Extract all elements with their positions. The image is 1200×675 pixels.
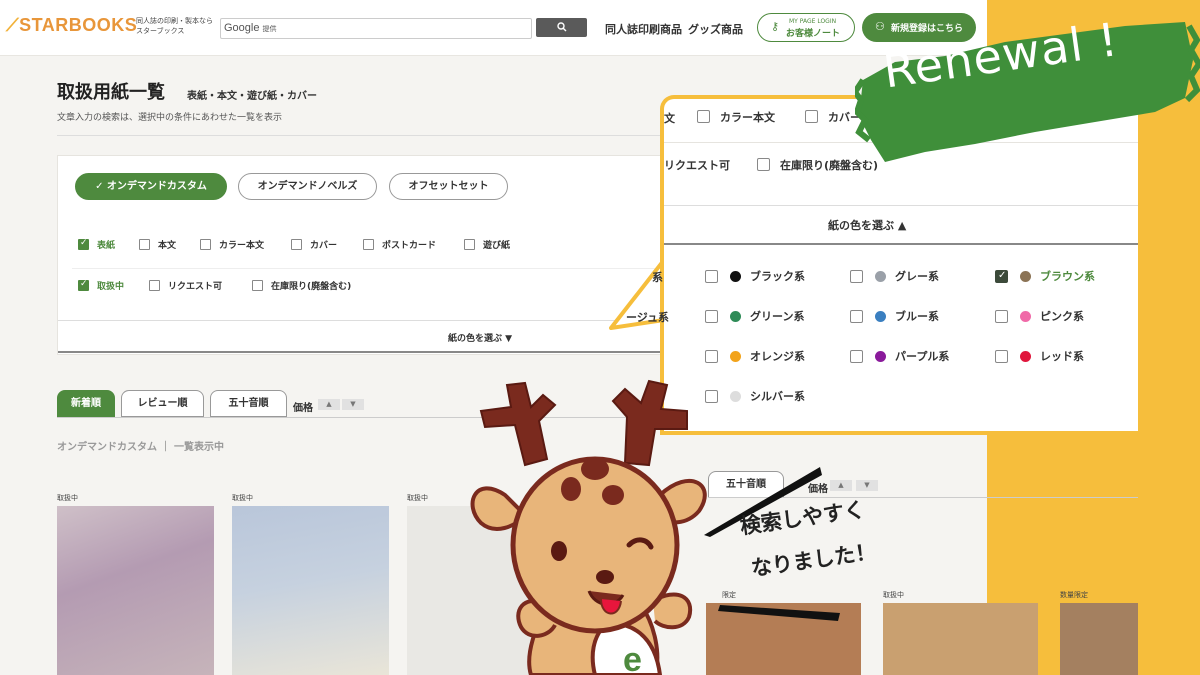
- checkbox-label: カラー本文: [219, 241, 265, 251]
- color-checkbox-pink[interactable]: [995, 310, 1008, 323]
- zoom-partial-label: 文: [664, 112, 675, 125]
- search-placeholder: Google 提供: [224, 22, 277, 34]
- paper-thumbnail[interactable]: [1060, 603, 1138, 675]
- speech-lines: [704, 467, 840, 621]
- color-dot-red: [1020, 351, 1031, 362]
- partial-label: 系: [652, 271, 663, 284]
- color-checkbox-brown[interactable]: [995, 270, 1008, 283]
- color-dot-blue: [875, 311, 886, 322]
- color-checkbox-red[interactable]: [995, 350, 1008, 363]
- page-subtitle: 表紙・本文・遊び紙・カバー: [187, 91, 317, 102]
- price-sort-desc[interactable]: ▼: [342, 399, 364, 410]
- color-dot-purple: [875, 351, 886, 362]
- paper-status: 取扱中: [57, 494, 78, 502]
- product-pill-offset-set[interactable]: オフセットセット: [389, 173, 508, 200]
- checkbox-label: 在庫限り(廃盤含む): [271, 282, 352, 292]
- page-description: 文章入力の検索は、選択中の条件にあわせた一覧を表示: [57, 113, 283, 123]
- price-sort-desc[interactable]: ▼: [856, 480, 878, 491]
- color-checkbox-purple[interactable]: [850, 350, 863, 363]
- paper-status: 取扱中: [232, 494, 253, 502]
- checkbox-endpaper[interactable]: [464, 239, 475, 250]
- checkbox-limited-stock[interactable]: [757, 158, 770, 171]
- checkbox-label: 表紙: [97, 241, 116, 251]
- color-label-blue: ブルー系: [895, 310, 939, 323]
- checkbox-in-stock[interactable]: [78, 279, 89, 291]
- checkbox-label: 取扱中: [97, 282, 125, 292]
- color-dot-pink: [1020, 311, 1031, 322]
- product-pill-ondemand-custom[interactable]: ✓ オンデマンドカスタム: [75, 173, 227, 200]
- logo[interactable]: ⟋STARBOOKS: [6, 15, 137, 36]
- checkbox-jacket[interactable]: [805, 110, 818, 123]
- price-sort-asc[interactable]: ▲: [318, 399, 340, 410]
- paper-status: 取扱中: [407, 494, 428, 502]
- color-label-red: レッド系: [1040, 350, 1084, 363]
- paper-status: 取扱中: [883, 591, 904, 599]
- mypage-label: お客様ノート: [786, 29, 841, 39]
- breadcrumb: オンデマンドカスタム ｜ 一覧表示中: [57, 442, 224, 453]
- svg-text:e: e: [623, 641, 642, 675]
- checkbox-jacket[interactable]: [291, 239, 302, 250]
- color-checkbox-black[interactable]: [705, 270, 718, 283]
- color-dot-brown: [1020, 271, 1031, 282]
- deer-mascot-illustration: e: [470, 379, 707, 675]
- color-label-silver: シルバー系: [750, 390, 805, 403]
- checkbox-color-body[interactable]: [697, 110, 710, 123]
- paper-status: 数量限定: [1060, 591, 1088, 599]
- paper-thumbnail[interactable]: [883, 603, 1038, 675]
- color-label-gray: グレー系: [895, 270, 939, 283]
- search-icon: [556, 22, 566, 32]
- tab-newest[interactable]: 新着順: [57, 390, 115, 417]
- divider: [72, 268, 672, 269]
- nav-goods[interactable]: グッズ商品: [688, 21, 743, 37]
- color-label-purple: パープル系: [895, 350, 950, 363]
- checkbox-cover[interactable]: [78, 238, 89, 250]
- paper-thumbnail[interactable]: [232, 506, 389, 675]
- checkbox-label: ポストカード: [382, 241, 437, 251]
- color-select-label: 紙の色を選ぶ ▲: [828, 219, 907, 232]
- color-checkbox-blue[interactable]: [850, 310, 863, 323]
- mypage-small-label: MY PAGE LOGIN: [789, 18, 837, 25]
- color-label-black: ブラック系: [750, 270, 805, 283]
- tab-reviews[interactable]: レビュー順: [121, 390, 204, 417]
- color-label-brown: ブラウン系: [1040, 270, 1095, 283]
- color-label-green: グリーン系: [750, 310, 805, 323]
- price-sort-label: 価格: [293, 403, 313, 414]
- checkbox-label: 遊び紙: [483, 241, 511, 251]
- checkbox-requestable[interactable]: [149, 280, 160, 291]
- color-checkbox-green[interactable]: [705, 310, 718, 323]
- checkbox-label: カバー: [310, 241, 338, 251]
- key-icon: ⚷: [771, 20, 780, 33]
- checkbox-color-body[interactable]: [200, 239, 211, 250]
- page-title: 取扱用紙一覧: [57, 82, 165, 103]
- color-select-label: 紙の色を選ぶ ▼: [448, 334, 513, 344]
- color-label-pink: ピンク系: [1040, 310, 1084, 323]
- color-dot-black: [730, 271, 741, 282]
- color-label-orange: オレンジ系: [750, 350, 805, 363]
- checkbox-label: リクエスト可: [664, 159, 730, 172]
- nav-doujin-print[interactable]: 同人誌印刷商品: [605, 21, 682, 37]
- color-checkbox-gray[interactable]: [850, 270, 863, 283]
- color-select-bar[interactable]: [58, 320, 668, 353]
- color-dot-gray: [875, 271, 886, 282]
- product-pill-ondemand-novels[interactable]: オンデマンドノベルズ: [238, 173, 377, 200]
- paper-thumbnail[interactable]: [57, 506, 214, 675]
- checkbox-postcard[interactable]: [363, 239, 374, 250]
- checkbox-body[interactable]: [139, 239, 150, 250]
- search-button[interactable]: [536, 18, 587, 37]
- checkbox-label: カラー本文: [720, 111, 775, 124]
- checkbox-label: リクエスト可: [168, 282, 223, 292]
- logo-subtitle: 同人誌の印刷・製本なら スターブックス: [136, 17, 213, 35]
- color-dot-green: [730, 311, 741, 322]
- partial-label: ージュ系: [626, 311, 670, 324]
- tab-kana[interactable]: 五十音順: [210, 390, 287, 417]
- checkbox-label: 本文: [158, 241, 177, 251]
- checkbox-limited-stock[interactable]: [252, 280, 263, 291]
